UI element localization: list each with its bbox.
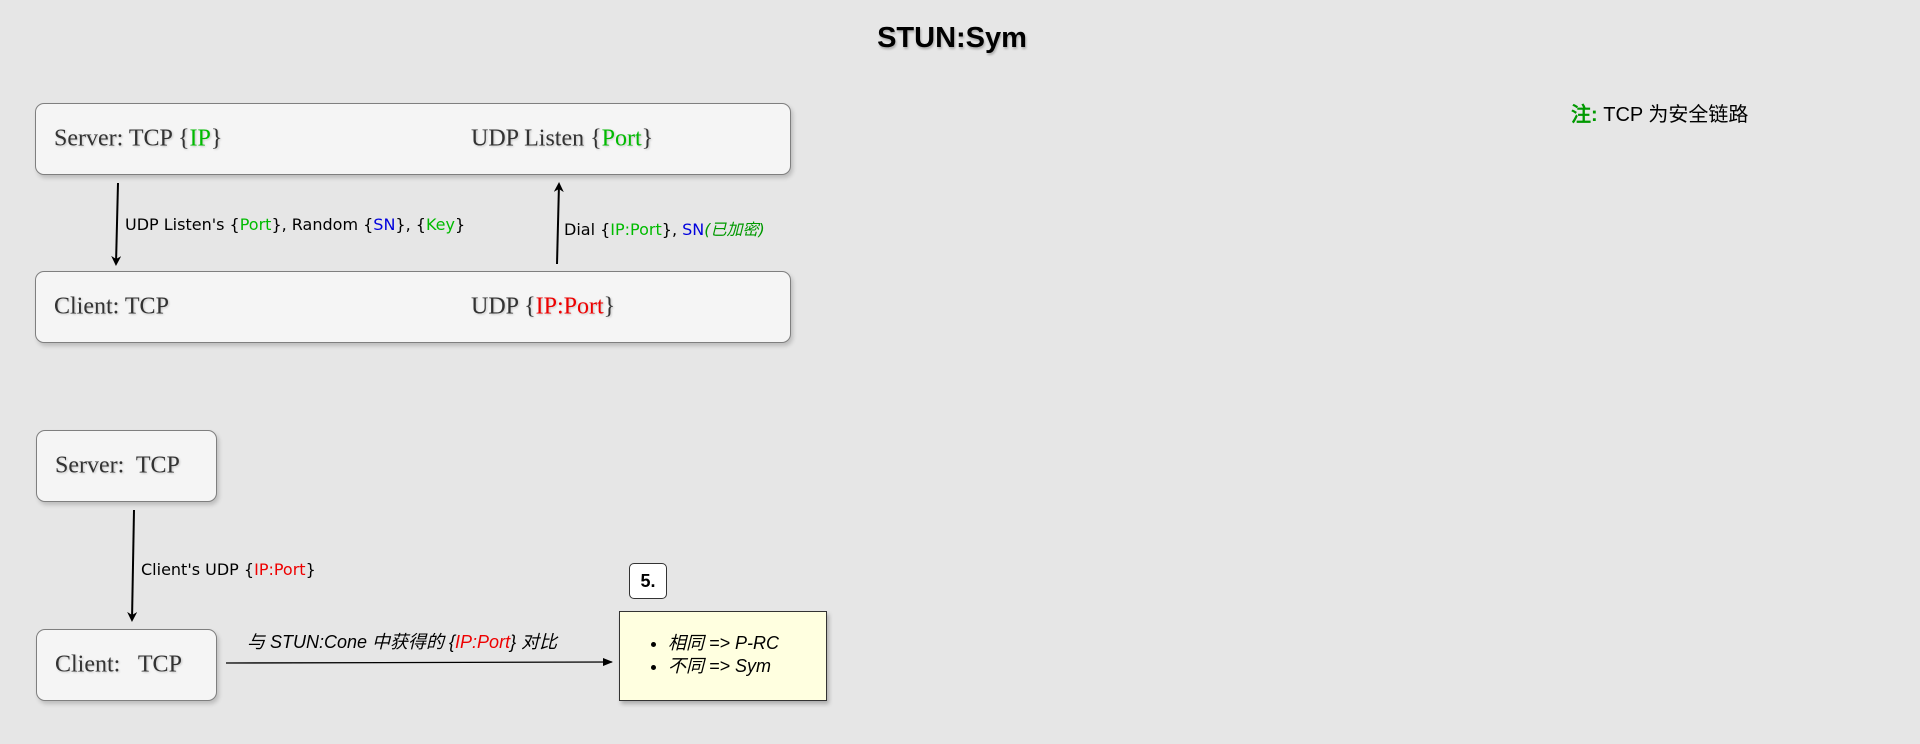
- udp-listen-arrow: [111, 182, 122, 266]
- arrows: [111, 182, 613, 667]
- dial-arrow: [553, 182, 564, 265]
- compare-arrow: [225, 658, 613, 667]
- client-udp-arrow: [127, 509, 138, 622]
